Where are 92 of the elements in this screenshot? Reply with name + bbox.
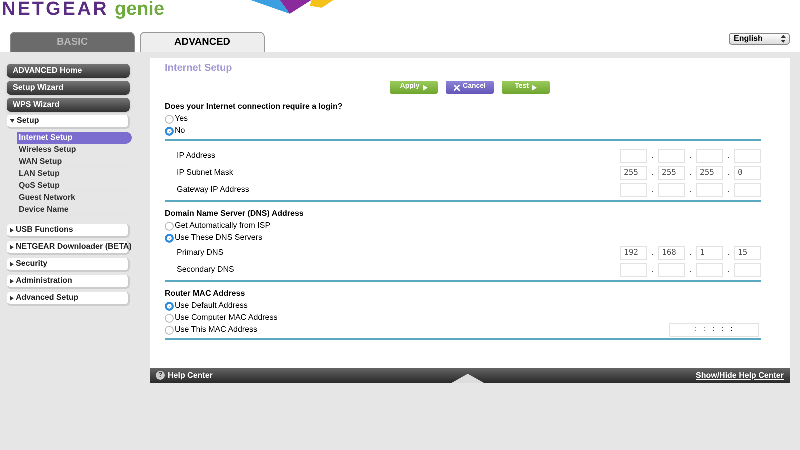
ip-octet-field[interactable]: [620, 262, 647, 276]
collapsed-triangle-icon: [10, 296, 14, 300]
ip-octet-field[interactable]: 15: [734, 246, 761, 260]
separator-dot: .: [650, 150, 655, 162]
separator-dot: .: [688, 246, 693, 258]
collapsed-triangle-icon: [10, 244, 14, 250]
sidebar-link[interactable]: Internet Setup: [17, 132, 132, 144]
radio-button[interactable]: [165, 114, 174, 124]
ip-octet-field[interactable]: [696, 262, 723, 276]
ip-octet-field[interactable]: 255: [658, 166, 685, 180]
separator-dot: .: [688, 150, 693, 162]
separator-dot: .: [688, 184, 693, 196]
ip-octet-field[interactable]: [620, 182, 647, 196]
ip-octet-field[interactable]: [658, 148, 685, 162]
separator-dot: .: [726, 264, 731, 276]
sidebar-link[interactable]: WAN Setup: [17, 156, 132, 168]
option-label: Use This MAC Address: [175, 324, 258, 336]
sidebar-link[interactable]: Device Name: [17, 204, 132, 216]
radio-button[interactable]: [165, 314, 174, 322]
sidebar-button[interactable]: ADVANCED Home: [7, 64, 130, 78]
sidebar-section[interactable]: USB Functions: [7, 224, 130, 238]
radio-button[interactable]: [165, 222, 174, 230]
section-heading: Router MAC Address: [165, 288, 246, 300]
sidebar-button[interactable]: WPS Wizard: [7, 98, 130, 112]
field-label: Gateway IP Address: [177, 184, 250, 196]
field-label: IP Address: [177, 150, 216, 162]
separator-dot: .: [650, 166, 655, 178]
separator-dot: .: [726, 184, 731, 196]
option-label: Get Automatically from ISP: [175, 220, 271, 232]
ip-octet-field[interactable]: 0: [734, 166, 761, 180]
sidebar-section[interactable]: Security: [7, 258, 130, 272]
separator-dot: .: [650, 264, 655, 276]
play-arrow-icon: [532, 84, 537, 90]
separator-dot: .: [688, 166, 693, 178]
separator-dot: .: [726, 166, 731, 178]
page-title: Internet Setup: [165, 62, 234, 76]
collapsed-triangle-icon: [10, 278, 14, 284]
section-heading: Does your Internet connection require a login?: [165, 101, 344, 113]
option-label: Use Computer MAC Address: [175, 312, 278, 324]
close-icon: [454, 84, 460, 90]
option-label: Use These DNS Servers: [175, 232, 262, 244]
sidebar-button[interactable]: Setup Wizard: [7, 81, 130, 95]
sidebar-link[interactable]: QoS Setup: [17, 180, 132, 192]
collapsed-triangle-icon: [10, 228, 14, 232]
separator-dot: .: [650, 246, 655, 258]
expand-arrow-icon[interactable]: [452, 374, 484, 383]
ip-octet-field[interactable]: [696, 182, 723, 196]
option-label: Use Default Address: [175, 300, 248, 312]
updown-icon: [781, 34, 786, 44]
ip-octet-field[interactable]: 168: [658, 246, 685, 260]
ip-octet-field[interactable]: [620, 148, 647, 162]
language-select[interactable]: English: [729, 33, 790, 45]
ip-octet-field[interactable]: [734, 182, 761, 196]
sidebar-section[interactable]: Setup: [7, 115, 130, 129]
field-label: Secondary DNS: [177, 264, 234, 276]
help-center-label: Help Center: [168, 370, 213, 382]
ip-octet-field[interactable]: 192: [620, 246, 647, 260]
ip-octet-field[interactable]: [696, 148, 723, 162]
collapsed-triangle-icon: [10, 262, 14, 266]
brand-logo-text: NETGEAR: [2, 1, 109, 19]
ip-octet-field[interactable]: 255: [696, 166, 723, 180]
product-logo-text: genie: [114, 1, 165, 19]
radio-button[interactable]: [165, 302, 174, 310]
sidebar-link[interactable]: Guest Network: [17, 192, 132, 204]
ip-octet-field[interactable]: [734, 262, 761, 276]
field-label: IP Subnet Mask: [177, 166, 234, 178]
separator-dot: .: [726, 150, 731, 162]
separator-dot: .: [688, 264, 693, 276]
show-hide-help-link[interactable]: Show/Hide Help Center: [696, 370, 784, 382]
cube-logo-icon: [250, 0, 334, 16]
ip-octet-field[interactable]: 1: [696, 246, 723, 260]
separator-dot: .: [726, 246, 731, 258]
radio-button[interactable]: [165, 326, 174, 334]
section-heading: Domain Name Server (DNS) Address: [165, 208, 305, 220]
ip-octet-field[interactable]: 255: [620, 166, 647, 180]
sidebar-link[interactable]: LAN Setup: [17, 168, 132, 180]
ip-octet-field[interactable]: [734, 148, 761, 162]
radio-button[interactable]: [165, 234, 174, 242]
field-label: Primary DNS: [177, 246, 224, 258]
sidebar-section[interactable]: Administration: [7, 275, 130, 289]
play-arrow-icon: [422, 84, 428, 90]
option-label: No: [175, 125, 186, 137]
expanded-triangle-icon: [10, 119, 15, 123]
tab[interactable]: ADVANCED: [140, 32, 265, 52]
sidebar-section[interactable]: Advanced Setup: [7, 292, 130, 306]
option-label: Yes: [175, 113, 188, 125]
ip-octet-field[interactable]: [658, 262, 685, 276]
ip-octet-field[interactable]: [658, 182, 685, 196]
radio-button[interactable]: [165, 126, 174, 136]
sidebar-link[interactable]: Wireless Setup: [17, 144, 132, 156]
separator-dot: .: [650, 184, 655, 196]
sidebar-section[interactable]: NETGEAR Downloader (BETA): [7, 241, 130, 255]
